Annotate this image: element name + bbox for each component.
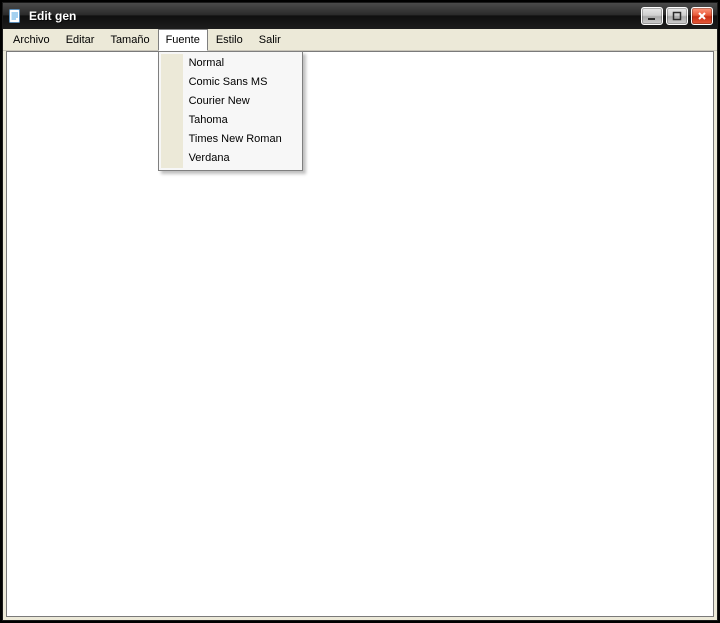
dropdown-item-courier-new[interactable]: Courier New — [161, 92, 300, 111]
menubar: Archivo Editar Tamaño Fuente Normal Comi… — [3, 29, 717, 51]
dropdown-item-label: Courier New — [189, 95, 250, 107]
dropdown-item-tahoma[interactable]: Tahoma — [161, 111, 300, 130]
menu-label: Tamaño — [110, 30, 149, 50]
menu-tamano[interactable]: Tamaño — [102, 29, 157, 50]
menu-label: Fuente — [166, 30, 200, 50]
dropdown-item-label: Times New Roman — [189, 133, 282, 145]
menu-label: Archivo — [13, 30, 50, 50]
dropdown-item-normal[interactable]: Normal — [161, 54, 300, 73]
maximize-button[interactable] — [666, 7, 688, 25]
dropdown-item-label: Tahoma — [189, 114, 228, 126]
dropdown-item-times-new-roman[interactable]: Times New Roman — [161, 130, 300, 149]
menu-fuente[interactable]: Fuente Normal Comic Sans MS Courier New … — [158, 29, 208, 51]
client-area — [6, 51, 714, 617]
dropdown-item-label: Verdana — [189, 152, 230, 164]
menu-label: Salir — [259, 30, 281, 50]
menu-label: Editar — [66, 30, 95, 50]
menu-salir[interactable]: Salir — [251, 29, 289, 50]
dropdown-item-label: Normal — [189, 57, 224, 69]
menu-editar[interactable]: Editar — [58, 29, 103, 50]
dropdown-item-verdana[interactable]: Verdana — [161, 149, 300, 168]
document-icon — [7, 8, 23, 24]
titlebar[interactable]: Edit gen — [3, 3, 717, 29]
close-button[interactable] — [691, 7, 713, 25]
menu-estilo[interactable]: Estilo — [208, 29, 251, 50]
app-window: Edit gen Archivo Editar Tamaño Fuente No… — [2, 2, 718, 621]
menu-archivo[interactable]: Archivo — [5, 29, 58, 50]
dropdown-item-label: Comic Sans MS — [189, 76, 268, 88]
dropdown-item-comic-sans[interactable]: Comic Sans MS — [161, 73, 300, 92]
text-editor[interactable] — [7, 52, 713, 616]
menu-label: Estilo — [216, 30, 243, 50]
dropdown-fuente: Normal Comic Sans MS Courier New Tahoma … — [158, 51, 303, 171]
minimize-button[interactable] — [641, 7, 663, 25]
window-title: Edit gen — [29, 9, 76, 23]
